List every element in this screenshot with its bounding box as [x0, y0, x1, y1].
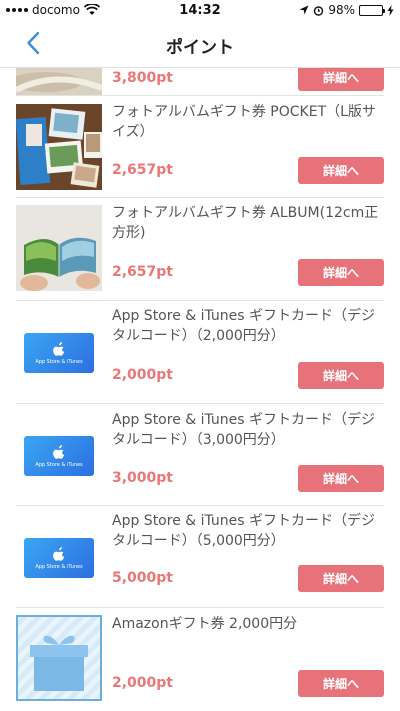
list-item: Amazonギフト券 2,000円分 2,000pt 詳細へ	[0, 608, 400, 711]
detail-button[interactable]: 詳細へ	[298, 157, 384, 184]
item-title: App Store & iTunes ギフトカード（デジタルコード）（2,000…	[112, 308, 376, 344]
item-title: フォトアルバムギフト券 POCKET（L版サイズ）	[112, 104, 376, 140]
list-item: App Store & iTunes App Store & iTunes ギフ…	[0, 404, 400, 506]
apple-logo-icon	[53, 444, 65, 459]
battery-percent: 98%	[328, 3, 355, 17]
item-title: フォトアルバムギフト券 ALBUM(12cm正方形)	[112, 205, 379, 241]
app-store-card: App Store & iTunes	[24, 436, 94, 476]
item-thumbnail	[16, 615, 102, 701]
item-title: App Store & iTunes ギフトカード（デジタルコード）（3,000…	[112, 412, 376, 448]
card-label: App Store & iTunes	[35, 358, 83, 365]
card-label: App Store & iTunes	[35, 461, 83, 468]
list-item: App Store & iTunes App Store & iTunes ギフ…	[0, 301, 400, 404]
item-thumbnail: App Store & iTunes	[16, 513, 102, 599]
battery-icon	[359, 4, 385, 16]
detail-button[interactable]: 詳細へ	[298, 259, 384, 286]
apple-logo-icon	[53, 341, 65, 356]
app-store-card: App Store & iTunes	[24, 333, 94, 373]
item-price: 2,000pt	[112, 675, 173, 691]
charging-icon	[387, 4, 394, 16]
list-item: フォトアルバムギフト券 ALBUM(12cm正方形) 2,657pt 詳細へ	[0, 198, 400, 301]
reward-list: 3,800pt 詳細へ フォトアルバムギフト券 POCKET（L版サイズ） 2,…	[0, 68, 400, 711]
location-icon	[299, 5, 309, 15]
app-store-card: App Store & iTunes	[24, 538, 94, 578]
page-title: ポイント	[166, 38, 234, 58]
status-right: 98%	[299, 3, 394, 17]
apple-logo-icon	[53, 546, 65, 561]
amazon-gift-box-image	[16, 615, 102, 701]
nav-bar: ポイント	[0, 22, 400, 68]
item-price: 2,657pt	[112, 264, 173, 280]
detail-button[interactable]: 詳細へ	[298, 565, 384, 592]
item-title: App Store & iTunes ギフトカード（デジタルコード）（5,000…	[112, 513, 376, 549]
item-price: 2,657pt	[112, 162, 173, 178]
list-item: 3,800pt 詳細へ	[0, 68, 400, 96]
item-thumbnail	[16, 104, 102, 190]
gift-photo-image	[16, 68, 102, 96]
item-price: 3,800pt	[112, 70, 173, 86]
item-price: 2,000pt	[112, 367, 173, 383]
item-price: 3,000pt	[112, 470, 173, 486]
alarm-icon	[314, 5, 324, 16]
list-item: フォトアルバムギフト券 POCKET（L版サイズ） 2,657pt 詳細へ	[0, 96, 400, 198]
detail-button[interactable]: 詳細へ	[298, 362, 384, 389]
detail-button[interactable]: 詳細へ	[298, 670, 384, 697]
photo-album-pocket-image	[16, 104, 102, 190]
photo-album-square-image	[16, 205, 102, 291]
item-price: 5,000pt	[112, 570, 173, 586]
detail-button[interactable]: 詳細へ	[298, 465, 384, 492]
item-thumbnail: App Store & iTunes	[16, 411, 102, 497]
item-title: Amazonギフト券 2,000円分	[112, 616, 298, 632]
card-label: App Store & iTunes	[35, 563, 83, 570]
status-bar: docomo 14:32 98%	[0, 0, 400, 22]
detail-button[interactable]: 詳細へ	[298, 68, 384, 91]
item-thumbnail: App Store & iTunes	[16, 308, 102, 394]
list-item: App Store & iTunes App Store & iTunes ギフ…	[0, 506, 400, 608]
item-thumbnail	[16, 68, 102, 96]
item-thumbnail	[16, 205, 102, 291]
